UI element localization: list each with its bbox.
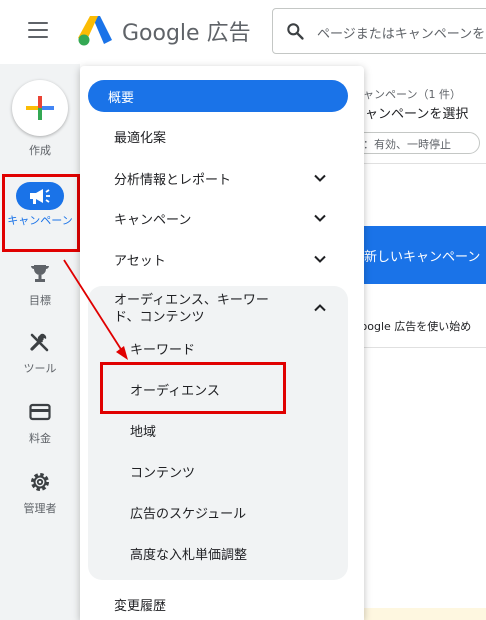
- menu-item-label: 分析情報とレポート: [114, 173, 232, 188]
- chevron-up-icon: [314, 304, 326, 312]
- admin-label: 管理者: [23, 502, 57, 515]
- chevron-down-icon: [314, 214, 326, 222]
- google-ads-logo[interactable]: [78, 14, 112, 46]
- submenu-item-locations[interactable]: 地域: [88, 410, 348, 450]
- menu-item-label: 最適化案: [114, 131, 167, 146]
- menu-item-overview[interactable]: 概要: [88, 80, 348, 112]
- goals-label: 目標: [29, 294, 51, 307]
- credit-card-icon[interactable]: [28, 400, 52, 424]
- create-button[interactable]: [12, 80, 68, 136]
- menu-item-assets[interactable]: アセット: [88, 239, 348, 279]
- menu-item-recommendations[interactable]: 最適化案: [88, 116, 348, 156]
- menu-item-insights[interactable]: 分析情報とレポート: [88, 158, 348, 198]
- top-app-bar: Google 広告 ページまたはキャンペーンを: [0, 0, 486, 64]
- campaign-count: キャンペーン（1 件）: [352, 88, 461, 101]
- menu-item-label: アセット: [114, 254, 166, 269]
- submenu-item-ad-schedule[interactable]: 広告のスケジュール: [88, 492, 348, 532]
- billing-label: 料金: [29, 432, 51, 445]
- annotation-highlight-campaigns: [2, 174, 80, 252]
- campaigns-flyout-menu: 概要 最適化案 分析情報とレポート キャンペーン アセット オーディエンス、キー…: [80, 66, 364, 620]
- brand-title: Google 広告: [122, 15, 251, 47]
- search-input[interactable]: ページまたはキャンペーンを: [272, 8, 486, 54]
- submenu-item-content[interactable]: コンテンツ: [88, 451, 348, 491]
- search-placeholder: ページまたはキャンペーンを: [317, 27, 486, 42]
- notification-strip: [364, 608, 486, 620]
- create-label: 作成: [29, 144, 51, 157]
- chevron-down-icon: [314, 255, 326, 263]
- chevron-down-icon: [314, 174, 326, 182]
- brand-google: Google: [122, 21, 200, 46]
- menu-item-label: オーディエンス、キーワード、コンテンツ: [114, 293, 269, 325]
- tools-icon[interactable]: [28, 330, 52, 354]
- select-campaign-button[interactable]: キャンペーンを選択: [352, 103, 468, 122]
- status-filter-chip[interactable]: ：有効、一時停止: [352, 132, 480, 154]
- menu-item-label: キャンペーン: [114, 213, 192, 228]
- getting-started-text: Google 広告を使い始め: [352, 320, 472, 333]
- brand-ads: 広告: [206, 21, 251, 46]
- submenu-item-bid-adjustments[interactable]: 高度な入札単価調整: [88, 533, 348, 573]
- trophy-icon[interactable]: [28, 262, 52, 286]
- tools-label: ツール: [23, 362, 57, 375]
- menu-item-campaigns[interactable]: キャンペーン: [88, 198, 348, 238]
- search-icon: [287, 23, 304, 40]
- menu-item-label: 変更履歴: [114, 599, 167, 614]
- menu-item-change-history[interactable]: 変更履歴: [88, 584, 348, 620]
- plus-icon: [26, 96, 54, 120]
- hamburger-icon[interactable]: [28, 22, 48, 38]
- new-campaign-button[interactable]: 新しいキャンペーン: [348, 226, 486, 284]
- annotation-highlight-audiences: [100, 362, 286, 414]
- gear-icon[interactable]: [28, 470, 52, 494]
